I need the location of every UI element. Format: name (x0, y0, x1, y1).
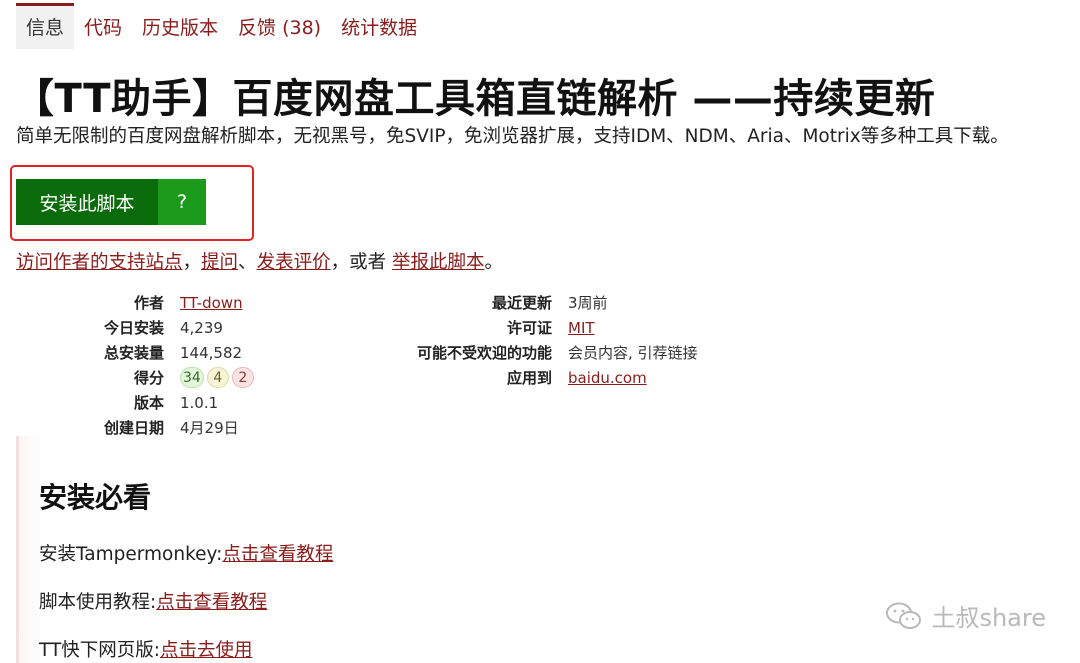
separator: 。 (484, 252, 503, 273)
report-script-link[interactable]: 举报此脚本 (392, 252, 485, 273)
tab-feedback[interactable]: 反馈 (38) (228, 3, 331, 49)
rating-bad-badge: 2 (231, 367, 254, 388)
total-installs-value: 144,582 (180, 343, 243, 362)
daily-installs-value: 4,239 (180, 318, 223, 337)
info-row-updated: 最近更新 3周前 (380, 290, 698, 315)
watermark-text: 土叔share (931, 604, 1046, 632)
info-row-rating: 得分 34 4 2 (16, 365, 257, 390)
version-value: 1.0.1 (180, 393, 219, 412)
applies-to-label: 应用到 (506, 369, 552, 387)
rating-label: 得分 (133, 369, 164, 387)
version-label: 版本 (133, 394, 164, 412)
rating-badges: 34 4 2 (180, 367, 257, 388)
antifeatures-label: 可能不受欢迎的功能 (416, 344, 552, 362)
info-row-version: 版本 1.0.1 (16, 390, 257, 415)
info-row-author: 作者 TT-down (16, 290, 257, 315)
separator: ， (182, 252, 202, 273)
updated-label: 最近更新 (491, 294, 552, 312)
script-title: 【TT助手】百度网盘工具箱直链解析 ——持续更新 (14, 76, 936, 122)
info-row-applies-to: 应用到 baidu.com (380, 365, 698, 390)
antifeatures-value: 会员内容, 引荐链接 (568, 344, 698, 362)
guide-item: TT快下网页版:点击去使用 (39, 636, 253, 662)
rating-good-badge: 34 (180, 367, 204, 388)
tab-stats[interactable]: 统计数据 (331, 3, 427, 49)
author-link[interactable]: TT-down (180, 294, 243, 312)
applies-to-link[interactable]: baidu.com (568, 369, 647, 387)
tab-code[interactable]: 代码 (74, 3, 132, 49)
total-installs-label: 总安装量 (103, 344, 164, 362)
script-info-right: 最近更新 3周前 许可证 MIT 可能不受欢迎的功能 会员内容, 引荐链接 应用… (380, 290, 698, 390)
guide-item-text: 安装Tampermonkey: (39, 544, 223, 565)
post-review-link[interactable]: 发表评价 (257, 252, 331, 273)
script-tabs: 信息 代码 历史版本 反馈 (38) 统计数据 (16, 3, 427, 49)
tab-history[interactable]: 历史版本 (132, 3, 228, 49)
install-script-button[interactable]: 安装此脚本 (16, 179, 158, 225)
script-info-left: 作者 TT-down 今日安装 4,239 总安装量 144,582 得分 34… (16, 290, 257, 440)
info-row-daily-installs: 今日安装 4,239 (16, 315, 257, 340)
separator: ，或者 (330, 252, 392, 273)
updated-value: 3周前 (568, 294, 608, 312)
info-row-total-installs: 总安装量 144,582 (16, 340, 257, 365)
wechat-icon (886, 602, 922, 629)
guide-heading: 安装必看 (39, 481, 152, 514)
install-help-button[interactable]: ? (158, 179, 206, 225)
guide-item-text: TT快下网页版: (39, 640, 161, 661)
guide-item-link[interactable]: 点击查看教程 (156, 592, 267, 613)
guide-item-link[interactable]: 点击查看教程 (222, 544, 333, 565)
guide-item-text: 脚本使用教程: (39, 592, 157, 613)
ask-question-link[interactable]: 提问 (201, 252, 238, 273)
tab-info[interactable]: 信息 (16, 3, 75, 49)
info-row-license: 许可证 MIT (380, 315, 698, 340)
license-label: 许可证 (506, 319, 552, 337)
created-value: 4月29日 (180, 419, 239, 437)
watermark: 土叔share (885, 598, 1046, 633)
guide-item: 脚本使用教程:点击查看教程 (39, 588, 267, 614)
created-label: 创建日期 (103, 419, 164, 437)
author-label: 作者 (133, 294, 164, 312)
install-button-group: 安装此脚本 ? (16, 179, 206, 225)
script-description: 简单无限制的百度网盘解析脚本，无视黑号，免SVIP，免浏览器扩展，支持IDM、N… (16, 126, 1009, 147)
guide-item: 安装Tampermonkey:点击查看教程 (39, 540, 333, 566)
daily-installs-label: 今日安装 (103, 319, 164, 337)
license-link[interactable]: MIT (568, 319, 595, 337)
info-row-antifeatures: 可能不受欢迎的功能 会员内容, 引荐链接 (380, 340, 698, 365)
support-site-link[interactable]: 访问作者的支持站点 (16, 252, 183, 273)
script-links: 访问作者的支持站点，提问、发表评价，或者 举报此脚本。 (16, 248, 503, 274)
separator: 、 (238, 252, 257, 273)
rating-ok-badge: 4 (206, 367, 229, 388)
guide-item-link[interactable]: 点击去使用 (160, 640, 253, 661)
